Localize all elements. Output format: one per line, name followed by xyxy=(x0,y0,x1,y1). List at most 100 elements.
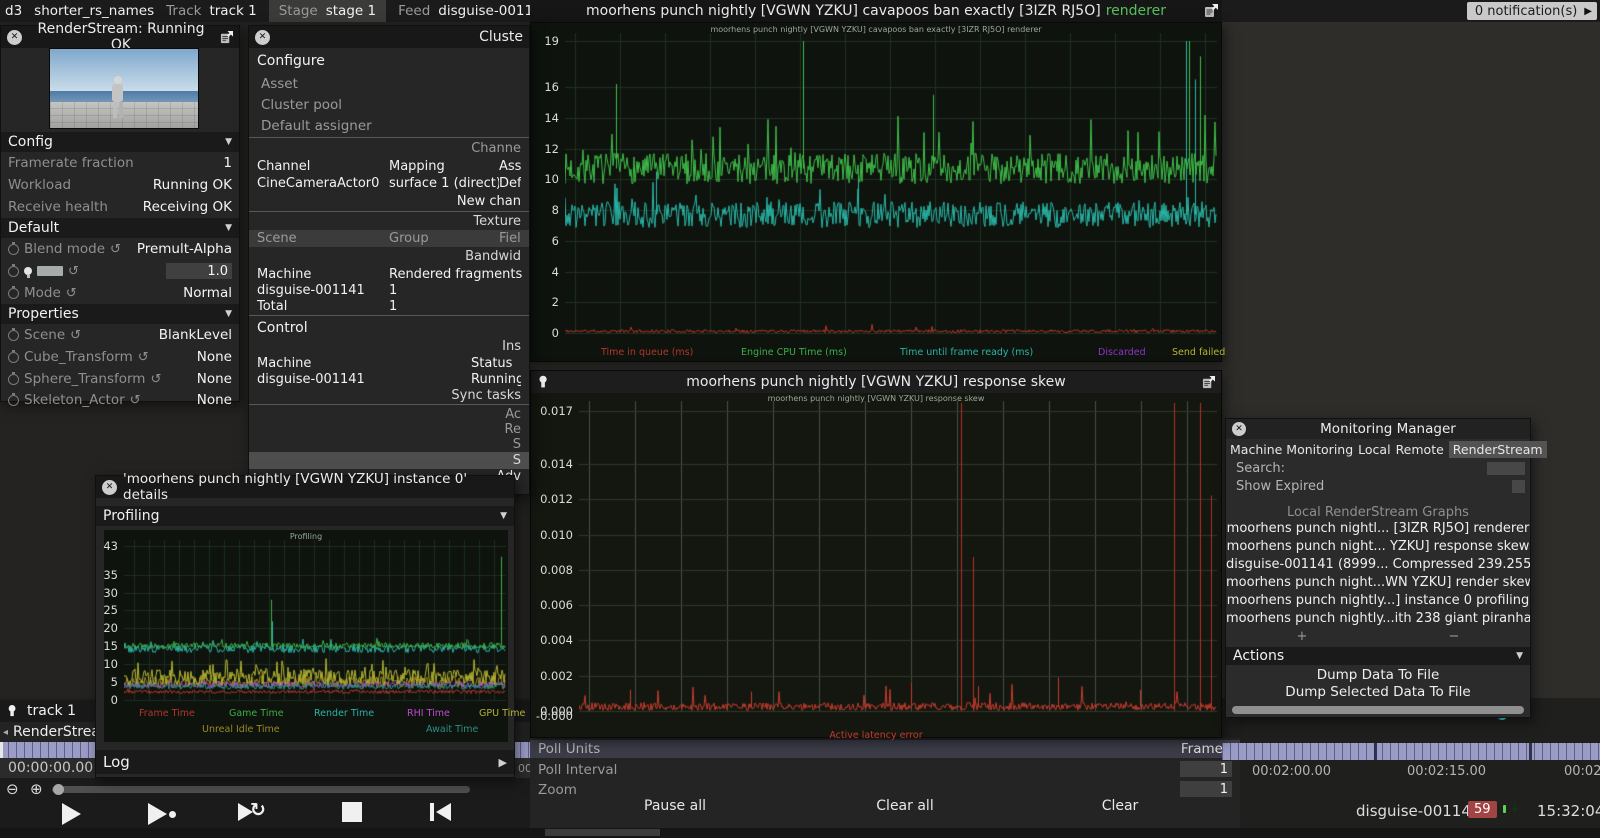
truncated-row-selected[interactable]: S xyxy=(249,452,529,469)
channel-section-label: Channe xyxy=(471,141,521,156)
undo-icon[interactable]: ↺ xyxy=(68,265,79,278)
graph-list-item[interactable]: moorhens punch nightly...ith 238 giant p… xyxy=(1226,611,1530,629)
expand-arrow-icon[interactable]: ▶ xyxy=(1584,6,1592,17)
row-value[interactable]: None xyxy=(197,392,232,408)
keyhole-icon[interactable] xyxy=(7,704,18,718)
close-icon[interactable]: ✕ xyxy=(102,479,117,495)
alpha-value-input[interactable]: 1.0 xyxy=(166,263,232,279)
skew-chart-canvas xyxy=(579,401,1217,723)
status-badge[interactable]: 59 xyxy=(1468,801,1497,818)
scene-header-row[interactable]: Scene Group Field xyxy=(249,230,529,247)
profiling-section-header[interactable]: Profiling ▼ xyxy=(96,506,514,526)
poll-zoom-input[interactable]: 1 xyxy=(1180,781,1232,797)
poll-units-row[interactable]: Poll Units Frames xyxy=(530,740,1240,758)
render-preview-thumbnail[interactable] xyxy=(49,48,199,129)
row-value[interactable]: Normal xyxy=(183,285,232,301)
keyhole-icon[interactable] xyxy=(538,375,550,389)
log-section-header[interactable]: Log ▶ xyxy=(96,750,514,774)
row-value[interactable]: Premult-Alpha xyxy=(137,241,232,257)
stage-segment[interactable]: Stage stage 1 xyxy=(268,0,387,22)
poll-interval-input[interactable]: 1 xyxy=(1180,761,1232,777)
close-icon[interactable]: ✕ xyxy=(1232,422,1246,436)
stopwatch-icon[interactable] xyxy=(8,285,19,299)
menu-item-cluster-pool[interactable]: Cluster pool xyxy=(249,94,529,115)
add-button[interactable]: + xyxy=(1226,629,1378,644)
color-swatch[interactable] xyxy=(37,266,63,276)
timeline-zoom-slider[interactable] xyxy=(52,786,470,793)
collapse-icon[interactable]: ◂ xyxy=(3,727,8,738)
config-section-header[interactable]: Config ▼ xyxy=(1,132,239,152)
show-expired-checkbox[interactable] xyxy=(1512,479,1525,493)
stopwatch-icon[interactable] xyxy=(8,263,19,277)
pause-all-button[interactable]: Pause all xyxy=(625,798,725,814)
row-value[interactable]: None xyxy=(197,371,232,387)
zoom-out-icon[interactable]: ⊖ xyxy=(6,780,19,798)
tab-machine-monitoring[interactable]: Machine Monitoring xyxy=(1230,442,1353,457)
track-name[interactable]: track 1 xyxy=(27,703,76,719)
play-from-button[interactable] xyxy=(148,803,176,829)
sync-tasks-label[interactable]: Sync tasks xyxy=(249,387,529,403)
monitoring-scrollbar[interactable] xyxy=(1232,706,1524,714)
play-button[interactable] xyxy=(62,803,81,825)
properties-section-header[interactable]: Properties ▼ xyxy=(1,304,239,324)
app-logo[interactable]: d3 xyxy=(5,3,22,19)
graph-list-item[interactable]: disguise-001141 (8999... Compressed 239.… xyxy=(1226,557,1530,575)
undo-icon[interactable]: ↺ xyxy=(138,351,149,364)
undo-icon[interactable]: ↺ xyxy=(70,329,81,342)
stopwatch-icon[interactable] xyxy=(8,371,19,385)
section-title: Profiling xyxy=(103,508,160,524)
graph-list-item[interactable]: moorhens punch night... YZKU] response s… xyxy=(1226,539,1530,557)
renderer-chart-titlebar[interactable]: moorhens punch nightly [VGWN YZKU] cavap… xyxy=(530,0,1222,22)
clear-button[interactable]: Clear xyxy=(1080,798,1160,814)
close-icon[interactable]: ✕ xyxy=(7,29,22,45)
stopwatch-icon[interactable] xyxy=(8,327,19,341)
graph-list-item[interactable]: moorhens punch night...WN YZKU] render s… xyxy=(1226,575,1530,593)
channel-table-row[interactable]: CineCameraActor0 surface 1 (direct) Defa xyxy=(249,175,529,192)
menu-item-asset[interactable]: Asset xyxy=(249,73,529,94)
close-icon[interactable]: ✕ xyxy=(255,29,270,45)
status-table-row[interactable]: disguise-001141 Running C xyxy=(249,371,529,387)
search-input[interactable] xyxy=(1487,461,1525,475)
undo-icon[interactable]: ↺ xyxy=(150,373,161,386)
stopwatch-icon[interactable] xyxy=(8,241,19,255)
clear-all-button[interactable]: Clear all xyxy=(855,798,955,814)
stopwatch-icon[interactable] xyxy=(8,349,19,363)
undo-icon[interactable]: ↺ xyxy=(110,243,121,256)
graph-list-item[interactable]: moorhens punch nightl... [3IZR RJ5O] ren… xyxy=(1226,521,1530,539)
notifications-button[interactable]: 0 notification(s) ▶ xyxy=(1466,2,1597,20)
machine-table-row[interactable]: Total 1 ( xyxy=(249,298,529,314)
new-channel-button[interactable]: New chan xyxy=(249,192,529,210)
h-scrollbar-thumb[interactable] xyxy=(545,829,660,836)
playhead-tick xyxy=(0,742,3,758)
stage-menu[interactable]: stage 1 xyxy=(326,3,376,19)
editor-icon[interactable] xyxy=(220,30,233,44)
row-value[interactable]: BlankLevel xyxy=(159,327,232,343)
tab-renderstream[interactable]: RenderStream xyxy=(1448,440,1547,458)
undo-icon[interactable]: ↺ xyxy=(130,394,141,407)
default-section-header[interactable]: Default ▼ xyxy=(1,218,239,238)
undo-icon[interactable]: ↺ xyxy=(66,287,77,300)
project-name[interactable]: shorter_rs_names xyxy=(34,3,154,19)
actions-section-header[interactable]: Actions ▼ xyxy=(1226,647,1530,665)
row-value[interactable]: None xyxy=(197,349,232,365)
tab-remote[interactable]: Remote xyxy=(1396,442,1444,457)
y-tick-label: 14 xyxy=(544,110,559,125)
dump-data-button[interactable]: Dump Data To File xyxy=(1226,667,1530,684)
menu-item-default-assigner[interactable]: Default assigner xyxy=(249,115,529,136)
tab-local[interactable]: Local xyxy=(1358,442,1390,457)
editor-icon[interactable] xyxy=(1204,4,1218,18)
timeline-ruler-right[interactable] xyxy=(1222,743,1600,760)
graph-list-item[interactable]: moorhens punch nightly...] instance 0 pr… xyxy=(1226,593,1530,611)
track-menu[interactable]: track 1 xyxy=(209,3,256,19)
dump-selected-button[interactable]: Dump Selected Data To File xyxy=(1226,684,1530,701)
row-value[interactable]: 1 xyxy=(223,155,232,171)
editor-icon[interactable] xyxy=(1202,375,1215,389)
stopwatch-icon[interactable] xyxy=(8,392,19,406)
loop-button[interactable]: ↻ xyxy=(238,799,266,825)
zoom-in-icon[interactable]: ⊕ xyxy=(30,780,43,798)
machine-table-row[interactable]: disguise-001141 1 ( xyxy=(249,282,529,298)
bottom-scroll-strip[interactable] xyxy=(0,828,1600,838)
remove-button[interactable]: − xyxy=(1378,629,1530,644)
slider-handle[interactable] xyxy=(53,784,64,795)
stop-button[interactable] xyxy=(342,802,362,822)
